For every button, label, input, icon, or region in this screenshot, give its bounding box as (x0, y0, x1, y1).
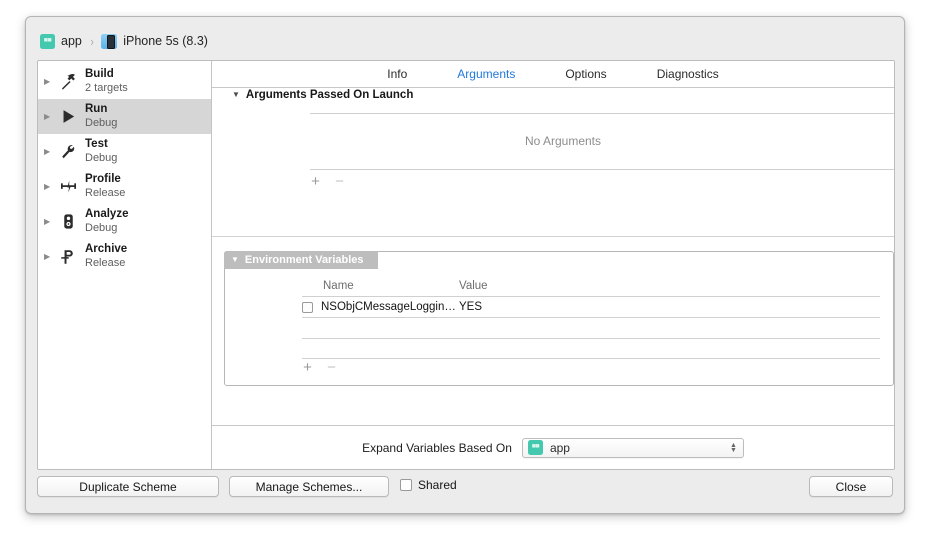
gauge-icon (57, 176, 79, 198)
breadcrumb-item-app[interactable]: ■■ app (40, 33, 82, 49)
arguments-add-remove-controls: + − (232, 170, 894, 189)
remove-argument-button[interactable]: − (334, 174, 345, 189)
add-argument-button[interactable]: + (310, 174, 321, 189)
scheme-editor-dialog: ■■ app › iPhone 5s (8.3) ▶ Build 2 targe… (25, 16, 905, 514)
manage-schemes-button[interactable]: Manage Schemes... (229, 476, 389, 497)
screen: ■■ app › iPhone 5s (8.3) ▶ Build 2 targe… (0, 0, 930, 538)
app-target-icon: ■■ (40, 33, 55, 49)
scheme-panel: ▶ Build 2 targets ▶ Run Debug ▶ Test Deb… (37, 60, 895, 470)
sidebar-item-run[interactable]: ▶ Run Debug (38, 99, 211, 134)
stethoscope-icon (57, 211, 79, 233)
disclosure-triangle-icon[interactable]: ▼ (231, 256, 239, 264)
sidebar-item-test-title: Test (85, 138, 108, 151)
arguments-section-title: Arguments Passed On Launch (245, 89, 414, 101)
tab-diagnostics[interactable]: Diagnostics (655, 67, 721, 81)
environment-variables-header[interactable]: ▼ Environment Variables (224, 251, 378, 269)
sidebar-item-profile-subtitle: Release (85, 186, 126, 199)
dialog-button-bar: Duplicate Scheme Manage Schemes... Share… (26, 468, 904, 513)
sidebar-item-analyze[interactable]: ▶ Analyze Debug (38, 204, 211, 239)
environment-variables-section: ▼ Environment Variables Name Value NSObj… (224, 251, 894, 386)
expand-variables-row: Expand Variables Based On ■■ app ▲ ▼ (212, 425, 894, 469)
environment-variables-title: Environment Variables (244, 254, 364, 266)
sidebar-item-archive-subtitle: Release (85, 256, 126, 269)
disclosure-triangle-icon[interactable]: ▶ (44, 112, 55, 121)
breadcrumb-item-device[interactable]: iPhone 5s (8.3) (101, 33, 208, 49)
environment-table-header: Name Value (302, 280, 880, 296)
expand-variables-label: Expand Variables Based On (362, 440, 512, 455)
disclosure-triangle-icon[interactable]: ▶ (44, 147, 55, 156)
chevron-up-down-icon[interactable]: ▲ ▼ (730, 442, 737, 454)
disclosure-triangle-icon[interactable]: ▼ (232, 91, 240, 99)
sidebar-item-run-subtitle: Debug (85, 116, 118, 129)
tab-options[interactable]: Options (563, 67, 608, 81)
tab-arguments[interactable]: Arguments (455, 67, 517, 81)
archive-box-icon (57, 246, 79, 268)
breadcrumb-device-label: iPhone 5s (8.3) (123, 34, 208, 48)
detail-pane: Info Arguments Options Diagnostics ▼ Arg… (212, 61, 894, 469)
table-row[interactable]: NSObjCMessageLoggin… YES (302, 296, 880, 317)
play-triangle-icon (57, 106, 79, 128)
hammer-icon (57, 71, 79, 93)
tab-info[interactable]: Info (385, 67, 409, 81)
duplicate-scheme-button[interactable]: Duplicate Scheme (37, 476, 219, 497)
shared-checkbox[interactable] (400, 479, 412, 491)
sidebar-item-test-subtitle: Debug (85, 151, 118, 164)
tab-bar: Info Arguments Options Diagnostics (212, 61, 894, 88)
table-row[interactable] (302, 317, 880, 338)
sidebar-item-analyze-title: Analyze (85, 208, 129, 221)
sidebar-item-build-title: Build (85, 68, 114, 81)
arguments-list-body[interactable]: No Arguments (232, 114, 894, 169)
sidebar-item-archive-title: Archive (85, 243, 128, 256)
arguments-empty-message: No Arguments (524, 134, 602, 148)
environment-variable-checkbox[interactable] (302, 301, 313, 313)
section-divider (212, 236, 894, 237)
disclosure-triangle-icon[interactable]: ▶ (44, 252, 55, 261)
chevron-down-icon: ▼ (730, 446, 737, 454)
disclosure-triangle-icon[interactable]: ▶ (44, 217, 55, 226)
environment-variable-name[interactable]: NSObjCMessageLoggin… (321, 301, 456, 313)
sidebar-item-archive[interactable]: ▶ Archive Release (38, 239, 211, 274)
table-row[interactable] (302, 338, 880, 359)
arguments-list: No Arguments + − (232, 113, 894, 189)
sidebar-item-run-title: Run (85, 103, 108, 116)
arguments-section: ▼ Arguments Passed On Launch No Argument… (232, 89, 894, 189)
app-target-icon-glyph: ■■ (43, 36, 52, 45)
remove-environment-variable-button[interactable]: − (326, 360, 337, 375)
sidebar-item-test[interactable]: ▶ Test Debug (38, 134, 211, 169)
sidebar-item-profile-title: Profile (85, 173, 121, 186)
column-header-name: Name (323, 280, 354, 292)
expand-variables-selected-value: app (549, 440, 570, 455)
column-header-value: Value (459, 280, 488, 292)
breadcrumb-separator-icon: › (90, 33, 94, 49)
sidebar-item-build[interactable]: ▶ Build 2 targets (38, 64, 211, 99)
environment-add-remove-controls: + − (302, 360, 337, 375)
arguments-section-header[interactable]: ▼ Arguments Passed On Launch (232, 89, 894, 101)
app-target-icon: ■■ (527, 440, 543, 455)
environment-variables-table: Name Value NSObjCMessageLoggin… YES (302, 280, 880, 359)
sidebar-item-build-subtitle: 2 targets (85, 81, 128, 94)
environment-variable-value[interactable]: YES (459, 301, 880, 313)
wrench-icon (57, 141, 79, 163)
close-button[interactable]: Close (809, 476, 893, 497)
disclosure-triangle-icon[interactable]: ▶ (44, 77, 55, 86)
sidebar-item-analyze-subtitle: Debug (85, 221, 118, 234)
breadcrumb: ■■ app › iPhone 5s (8.3) (40, 30, 208, 52)
sidebar-item-profile[interactable]: ▶ Profile Release (38, 169, 211, 204)
expand-variables-popup-button[interactable]: ■■ app ▲ ▼ (521, 437, 744, 458)
add-environment-variable-button[interactable]: + (302, 360, 313, 375)
shared-checkbox-label: Shared (418, 478, 457, 492)
breadcrumb-app-label: app (61, 34, 82, 48)
iphone-device-icon (101, 33, 118, 49)
app-target-icon-glyph: ■■ (531, 443, 540, 451)
disclosure-triangle-icon[interactable]: ▶ (44, 182, 55, 191)
scheme-action-sidebar: ▶ Build 2 targets ▶ Run Debug ▶ Test Deb… (38, 61, 212, 469)
shared-checkbox-group[interactable]: Shared (400, 478, 457, 492)
